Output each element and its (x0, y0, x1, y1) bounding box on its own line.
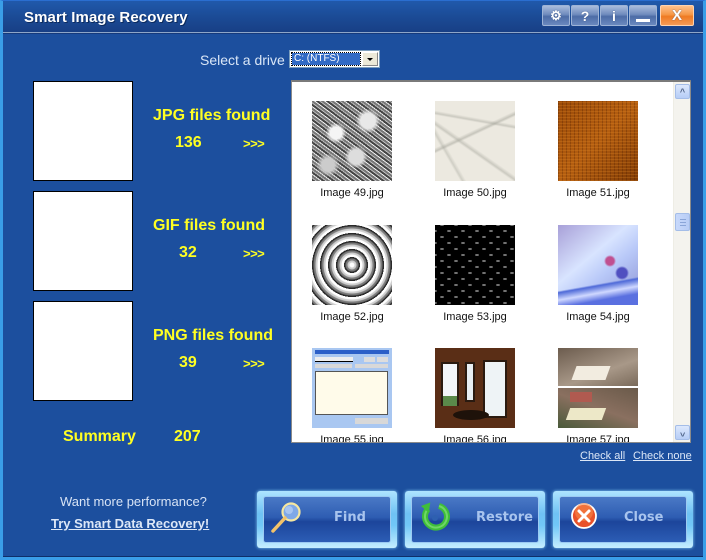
question-icon: ? (580, 7, 590, 24)
minimize-button[interactable] (629, 5, 657, 26)
scroll-down-button[interactable]: ^ (675, 425, 690, 440)
image-filename: Image 52.jpg (320, 311, 384, 323)
gif-count: 32 (179, 244, 197, 261)
minimize-icon (636, 19, 650, 22)
image-filename: Image 56.jpg (443, 434, 507, 443)
image-item[interactable]: Image 54.jpg (543, 225, 653, 323)
jpg-preview (33, 81, 133, 181)
image-filename: Image 49.jpg (320, 187, 384, 199)
find-button[interactable]: Find (257, 491, 397, 548)
check-none-link[interactable]: Check none (633, 450, 692, 462)
image-thumbnail (558, 348, 638, 428)
image-list[interactable]: Image 49.jpg Image 50.jpg Image 51.jpg I… (291, 80, 691, 443)
image-thumbnail (435, 101, 515, 181)
image-filename: Image 55.jpg (320, 434, 384, 443)
scroll-thumb[interactable] (675, 213, 690, 231)
app-window: Smart Image Recovery ⚙ ? i X Select a dr… (0, 0, 706, 560)
summary-value: 207 (174, 428, 201, 445)
image-item[interactable]: Image 53.jpg (420, 225, 530, 323)
magnifier-icon (271, 502, 301, 533)
image-thumbnail (312, 348, 392, 428)
chevron-up-icon: ^ (679, 86, 686, 97)
close-window-button[interactable]: X (660, 5, 694, 26)
title-bar[interactable]: Smart Image Recovery ⚙ ? i X (3, 1, 703, 34)
restore-label: Restore (476, 510, 533, 525)
image-item[interactable]: Image 51.jpg (543, 101, 653, 199)
image-filename: Image 50.jpg (443, 187, 507, 199)
gear-icon: ⚙ (550, 7, 562, 23)
image-thumbnail (435, 348, 515, 428)
gif-more-link[interactable]: >>> (243, 246, 265, 261)
png-label: PNG files found (153, 327, 273, 344)
window-title: Smart Image Recovery (24, 9, 188, 26)
grip-line (680, 219, 686, 220)
drive-selected-value: C: (NTFS) (291, 52, 361, 66)
image-thumbnail (558, 101, 638, 181)
promo-link[interactable]: Try Smart Data Recovery! (51, 516, 209, 531)
image-filename: Image 54.jpg (566, 311, 630, 323)
png-more-link[interactable]: >>> (243, 356, 265, 371)
summary-label: Summary (63, 428, 136, 445)
gif-preview (33, 191, 133, 291)
drive-label: Select a drive (200, 52, 285, 68)
image-item[interactable]: Image 55.jpg (297, 348, 407, 443)
image-item[interactable]: Image 57.jpg (543, 348, 653, 443)
restore-button[interactable]: Restore (405, 491, 545, 548)
image-filename: Image 53.jpg (443, 311, 507, 323)
jpg-count: 136 (175, 134, 202, 151)
image-item[interactable]: Image 49.jpg (297, 101, 407, 199)
chevron-down-icon: ^ (679, 427, 686, 438)
restore-icon (420, 502, 450, 531)
image-item[interactable]: Image 52.jpg (297, 225, 407, 323)
info-icon: i (612, 7, 616, 24)
close-icon: X (671, 7, 682, 24)
drive-select[interactable]: C: (NTFS) (289, 50, 380, 68)
cancel-icon (571, 503, 597, 529)
image-thumbnail (558, 225, 638, 305)
chevron-down-icon[interactable] (362, 52, 378, 66)
close-button[interactable]: Close (553, 491, 693, 548)
image-item[interactable]: Image 56.jpg (420, 348, 530, 443)
grip-line (680, 225, 686, 226)
image-filename: Image 51.jpg (566, 187, 630, 199)
png-count: 39 (179, 354, 197, 371)
find-label: Find (334, 510, 366, 525)
image-thumbnail (312, 225, 392, 305)
image-filename: Image 57.jpg (566, 434, 630, 443)
settings-button[interactable]: ⚙ (542, 5, 570, 26)
help-button[interactable]: ? (571, 5, 599, 26)
jpg-label: JPG files found (153, 107, 271, 124)
promo-text: Want more performance? (60, 494, 207, 509)
grip-line (680, 222, 686, 223)
info-button[interactable]: i (600, 5, 628, 26)
vertical-scrollbar[interactable]: ^ ^ (673, 82, 690, 442)
gif-label: GIF files found (153, 217, 265, 234)
image-thumbnail (312, 101, 392, 181)
image-item[interactable]: Image 50.jpg (420, 101, 530, 199)
scroll-up-button[interactable]: ^ (675, 84, 690, 99)
close-label: Close (624, 510, 664, 525)
check-all-link[interactable]: Check all (580, 450, 625, 462)
image-thumbnail (435, 225, 515, 305)
png-preview (33, 301, 133, 401)
jpg-more-link[interactable]: >>> (243, 136, 265, 151)
title-bar-buttons: ⚙ ? i X (542, 5, 694, 26)
